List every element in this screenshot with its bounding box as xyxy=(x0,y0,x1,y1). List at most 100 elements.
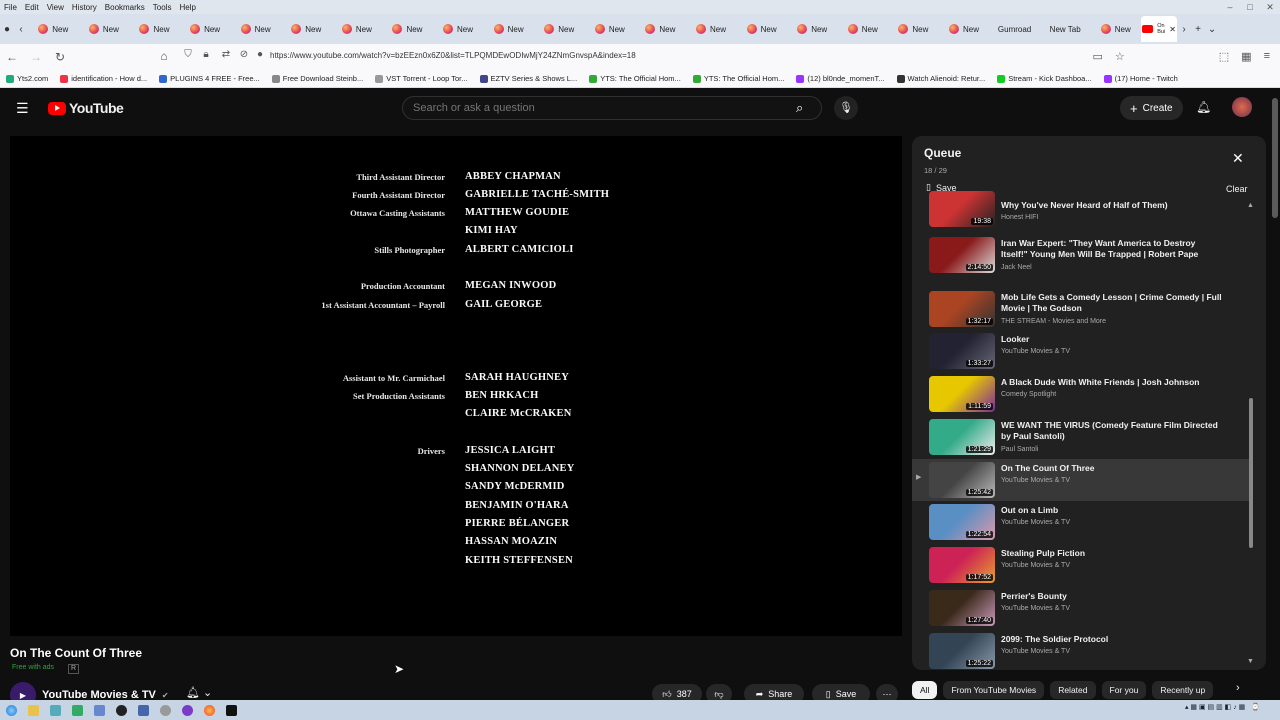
queue-item-title[interactable]: A Black Dude With White Friends | Josh J… xyxy=(1001,377,1223,388)
queue-item-thumbnail[interactable]: 2:14:50 xyxy=(929,237,995,273)
back-icon[interactable]: ← xyxy=(0,50,24,64)
page-scrollbar-thumb[interactable] xyxy=(1272,98,1278,218)
tab[interactable]: New Tab xyxy=(1040,16,1091,42)
bookmark-item[interactable]: Stream - Kick Dashboa... xyxy=(991,74,1097,83)
filter-chip[interactable]: Related xyxy=(1050,681,1096,699)
home-icon[interactable]: ⌂ xyxy=(152,49,176,63)
bookmark-item[interactable]: (12) bl0nde_momenT... xyxy=(790,74,890,83)
queue-item[interactable]: 1:33:27 Looker YouTube Movies & TV xyxy=(912,330,1252,372)
queue-item[interactable]: 1:27:40 Perrier's Bounty YouTube Movies & … xyxy=(912,587,1252,629)
tab[interactable]: New xyxy=(332,16,383,42)
new-tab-icon[interactable]: + xyxy=(1191,24,1205,35)
tab[interactable]: New xyxy=(1090,16,1141,42)
tab-close-icon[interactable]: ✕ xyxy=(1169,25,1176,34)
queue-scrollbar[interactable]: ▲ ▼ xyxy=(1247,202,1254,665)
tab[interactable]: New xyxy=(686,16,737,42)
youtube-logo[interactable]: YouTube xyxy=(48,100,124,116)
queue-item[interactable]: 1:32:17 Mob Life Gets a Comedy Lesson | C… xyxy=(912,288,1252,330)
queue-item-title[interactable]: On The Count Of Three xyxy=(1001,463,1223,474)
close-window-icon[interactable]: ✕ xyxy=(1260,2,1280,13)
queue-item[interactable]: 2:14:50 Iran War Expert: "They Want Ameri… xyxy=(912,234,1252,276)
queue-item-title[interactable]: Stealing Pulp Fiction xyxy=(1001,548,1223,559)
maximize-window-icon[interactable]: □ xyxy=(1240,2,1260,13)
queue-item-thumbnail[interactable]: 1:27:40 xyxy=(929,590,995,626)
menu-item-edit[interactable]: Edit xyxy=(21,3,43,12)
filter-chip[interactable]: For you xyxy=(1101,681,1147,699)
close-icon[interactable]: ✕ xyxy=(1232,150,1244,167)
filter-chip[interactable]: From YouTube Movies xyxy=(943,681,1045,699)
search-input[interactable] xyxy=(402,96,822,120)
bookmark-item[interactable]: YTS: The Official Hom... xyxy=(583,74,687,83)
menu-icon[interactable]: ☰ xyxy=(16,100,29,117)
bookmark-item[interactable]: identification - How d... xyxy=(54,74,153,83)
bookmark-item[interactable]: VST Torrent - Loop Tor... xyxy=(369,74,473,83)
app-taskbar-icon[interactable] xyxy=(66,701,88,719)
queue-item-title[interactable]: 2099: The Soldier Protocol xyxy=(1001,634,1223,645)
search-icon[interactable]: ⌕ xyxy=(796,100,803,116)
tab[interactable]: New xyxy=(79,16,130,42)
queue-item-thumbnail[interactable]: 1:21:29 xyxy=(929,419,995,455)
video-player[interactable]: Third Assistant Director ABBEY CHAPMAN Fou… xyxy=(10,136,902,636)
tab[interactable]: Gumroad xyxy=(989,16,1040,42)
terminal-taskbar-icon[interactable] xyxy=(220,701,242,719)
menu-item-bookmarks[interactable]: Bookmarks xyxy=(101,3,149,12)
queue-item[interactable]: 19:38 Why You've Never Heard of Half of T… xyxy=(912,191,1252,227)
menu-item-file[interactable]: File xyxy=(0,3,21,12)
menu-item-view[interactable]: View xyxy=(43,3,68,12)
firefox-taskbar-icon[interactable] xyxy=(198,701,220,719)
queue-item-title[interactable]: Out on a Limb xyxy=(1001,505,1223,516)
queue-item-thumbnail[interactable]: 1:17:52 xyxy=(929,547,995,583)
bookmark-item[interactable]: YTS: The Official Hom... xyxy=(687,74,791,83)
queue-item[interactable]: 1:17:52 Stealing Pulp Fiction YouTube Movi… xyxy=(912,544,1252,586)
notifications-bell-icon[interactable]: 🔔︎ xyxy=(1196,100,1211,114)
queue-item-thumbnail[interactable]: 1:25:22 xyxy=(929,633,995,669)
tab[interactable]: New xyxy=(534,16,585,42)
scroll-up-icon[interactable]: ▲ xyxy=(1247,202,1254,209)
extension-icon[interactable]: ▦ xyxy=(1241,50,1251,63)
queue-item-title[interactable]: Iran War Expert: "They Want America to D… xyxy=(1001,238,1223,260)
bookmark-star-icon[interactable]: ☆ xyxy=(1115,50,1125,63)
extensions-icon[interactable]: ⬚ xyxy=(1219,50,1229,63)
queue-item-thumbnail[interactable]: 19:38 xyxy=(929,191,995,227)
tab[interactable]: New xyxy=(129,16,180,42)
microphone-icon[interactable]: 🎙︎ xyxy=(834,96,858,120)
queue-item[interactable]: 1:11:59 A Black Dude With White Friends |… xyxy=(912,373,1252,415)
queue-item-title[interactable]: Mob Life Gets a Comedy Lesson | Crime Co… xyxy=(1001,292,1223,314)
reload-icon[interactable]: ↻ xyxy=(48,50,72,64)
tray-icons[interactable]: ▴ ▦ ▣ ▤ ▥ ◧ ♪ ▦ xyxy=(1185,703,1245,711)
tab[interactable]: New xyxy=(635,16,686,42)
channel-notification-bell-icon[interactable]: 🔔︎ ⌄ xyxy=(186,686,212,699)
menu-item-history[interactable]: History xyxy=(68,3,101,12)
queue-item-thumbnail[interactable]: 1:22:54 xyxy=(929,504,995,540)
queue-item[interactable]: 1:25:22 2099: The Soldier Protocol YouTube… xyxy=(912,630,1252,670)
filter-chip[interactable]: Recently up xyxy=(1152,681,1214,699)
tab[interactable]: New xyxy=(939,16,990,42)
tab[interactable]: New xyxy=(230,16,281,42)
queue-item-title[interactable]: Why You've Never Heard of Half of Them) xyxy=(1001,200,1223,211)
queue-item[interactable]: 1:21:29 WE WANT THE VIRUS (Comedy Feature… xyxy=(912,416,1252,458)
tab[interactable]: New xyxy=(281,16,332,42)
forward-icon[interactable]: → xyxy=(24,50,48,64)
system-tray[interactable]: ▴ ▦ ▣ ▤ ▥ ◧ ♪ ▦ ⌚ xyxy=(1185,703,1260,711)
queue-item-thumbnail[interactable]: 1:11:59 xyxy=(929,376,995,412)
clock[interactable]: ⌚ xyxy=(1251,703,1260,711)
queue-item-thumbnail[interactable]: 1:32:17 xyxy=(929,291,995,327)
tab[interactable]: New xyxy=(736,16,787,42)
app-taskbar-icon[interactable] xyxy=(110,701,132,719)
tab-overflow-icon[interactable]: ⌄ xyxy=(1205,24,1219,35)
create-button[interactable]: + Create xyxy=(1120,96,1183,120)
start-button[interactable] xyxy=(0,701,22,719)
queue-item-title[interactable]: Looker xyxy=(1001,334,1223,345)
tab[interactable]: New xyxy=(585,16,636,42)
avatar[interactable] xyxy=(1232,97,1252,117)
tab[interactable]: New xyxy=(838,16,889,42)
tab-scroll-right-icon[interactable]: › xyxy=(1177,24,1191,35)
bookmark-item[interactable]: Yts2.com xyxy=(0,74,54,83)
page-scrollbar[interactable] xyxy=(1270,88,1280,700)
queue-clear-button[interactable]: Clear xyxy=(1226,184,1248,194)
tab-list-icon[interactable]: ● xyxy=(0,24,14,35)
app-taskbar-icon[interactable] xyxy=(44,701,66,719)
tab[interactable]: New xyxy=(888,16,939,42)
queue-scrollbar-thumb[interactable] xyxy=(1249,398,1253,548)
site-info-icon[interactable]: ● xyxy=(248,49,272,60)
